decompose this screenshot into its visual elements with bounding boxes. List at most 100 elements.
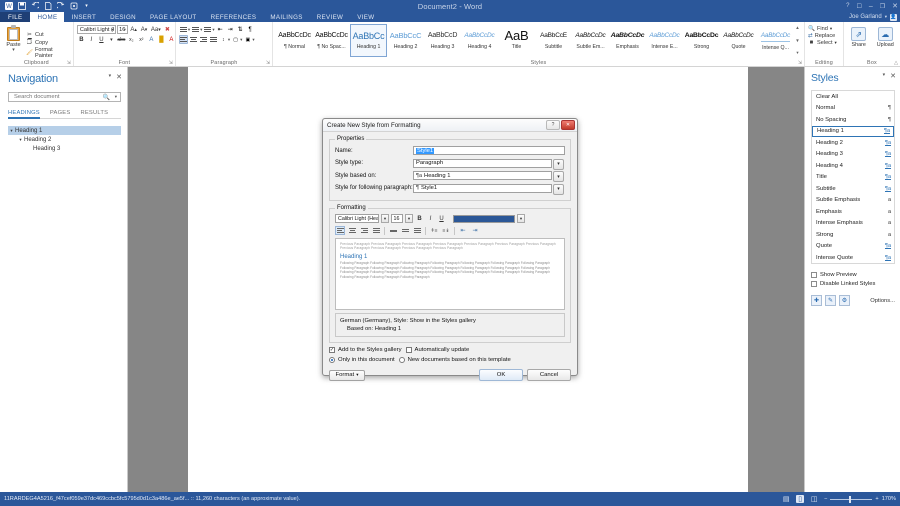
font-color-dropdown-icon[interactable]: ▾ — [517, 214, 525, 223]
style-type-select[interactable]: Paragraph ▾ — [413, 159, 552, 168]
help-icon[interactable]: ? — [846, 3, 849, 9]
tab-insert[interactable]: INSERT — [64, 12, 103, 22]
one-half-space-icon[interactable] — [400, 226, 410, 235]
zoom-level-label[interactable]: 170% — [882, 496, 896, 502]
search-dropdown-icon[interactable]: ▾ — [115, 94, 117, 100]
tab-home[interactable]: HOME — [30, 12, 64, 22]
select-dropdown-icon[interactable]: ▾ — [835, 40, 837, 46]
dialog-underline-button[interactable]: U — [437, 214, 446, 223]
avatar[interactable]: 👤 — [890, 14, 897, 21]
ribbon-display-options-icon[interactable]: ☐ — [856, 3, 861, 10]
zoom-out-button[interactable]: − — [824, 496, 827, 502]
style-item-normal[interactable]: Normal ¶ — [812, 103, 894, 115]
ribbon-tabs[interactable]: FILE HOME INSERT DESIGN PAGE LAYOUT REFE… — [0, 12, 900, 22]
pane-options-icon[interactable]: ▾ — [883, 72, 886, 80]
space-after-icon[interactable]: ≡↡ — [441, 226, 451, 235]
tab-mailings[interactable]: MAILINGS — [263, 12, 309, 22]
navigation-heading-list[interactable]: ▾ Heading 1 ▾ Heading 2 Heading 3 — [8, 126, 121, 153]
style-item-emphasis[interactable]: Emphasis a — [812, 206, 894, 218]
font-name-dropdown-icon[interactable]: ▾ — [381, 214, 389, 223]
single-space-icon[interactable] — [388, 226, 398, 235]
gallery-style-title[interactable]: AaB Title — [498, 24, 535, 57]
create-new-style-dialog[interactable]: Create New Style from Formatting ? ✕ Pro… — [322, 118, 578, 376]
tab-references[interactable]: REFERENCES — [204, 12, 264, 22]
style-item-clear-all[interactable]: Clear All — [812, 91, 894, 103]
zoom-slider[interactable] — [830, 499, 872, 500]
font-size-combo[interactable]: 16 ▾ — [117, 25, 128, 34]
zoom-control[interactable]: − + 170% — [824, 496, 896, 502]
select-button[interactable]: ◾ Select ▾ — [808, 40, 840, 46]
nav-heading-3[interactable]: Heading 3 — [8, 144, 121, 153]
gallery-style-intense-emphasis[interactable]: AaBbCcDc Intense E... — [646, 24, 683, 57]
chevron-down-icon[interactable]: ▾ — [553, 159, 564, 170]
justify-icon[interactable] — [209, 35, 218, 44]
clear-formatting-button[interactable]: ✖ — [163, 25, 172, 34]
change-case-button[interactable]: Aa▾ — [150, 25, 162, 34]
gallery-style-heading-4[interactable]: AaBbCcDc Heading 4 — [461, 24, 498, 57]
font-color-swatch[interactable] — [453, 215, 515, 223]
underline-dropdown-icon[interactable]: ▾ — [107, 35, 116, 44]
navigation-pane-controls[interactable]: ▾ ✕ — [109, 73, 122, 81]
bullets-icon[interactable] — [179, 25, 188, 34]
style-based-on-select[interactable]: ¶a Heading 1 ▾ — [413, 171, 552, 180]
bullets-dropdown-icon[interactable]: ▾ — [188, 27, 190, 33]
gallery-style-heading-1[interactable]: AaBbCc Heading 1 — [350, 24, 387, 57]
nav-heading-1[interactable]: ▾ Heading 1 — [8, 126, 121, 135]
show-preview-checkbox[interactable]: Show Preview — [811, 270, 895, 279]
dialog-align-right-icon[interactable] — [359, 226, 369, 235]
close-icon[interactable]: ✕ — [892, 2, 898, 10]
style-item-heading-3[interactable]: Heading 3 ¶a — [812, 149, 894, 161]
style-following-select[interactable]: ¶ Style1 ▾ — [413, 184, 552, 193]
close-icon[interactable]: ✕ — [116, 73, 122, 81]
font-name-combo[interactable]: Calibri Light (I ▾ — [77, 25, 116, 34]
space-before-icon[interactable]: ↟≡ — [429, 226, 439, 235]
style-item-heading-4[interactable]: Heading 4 ¶a — [812, 160, 894, 172]
dialog-align-left-icon[interactable] — [335, 226, 345, 235]
strikethrough-button[interactable]: abc — [117, 35, 126, 44]
double-space-icon[interactable] — [412, 226, 422, 235]
style-item-quote[interactable]: Quote ¶a — [812, 241, 894, 253]
zoom-in-button[interactable]: + — [875, 496, 878, 502]
show-marks-icon[interactable]: ¶ — [246, 25, 255, 34]
styles-gallery[interactable]: AaBbCcDc ¶ Normal AaBbCcDc ¶ No Spac... … — [276, 23, 801, 57]
collapse-triangle-icon[interactable]: ▾ — [17, 137, 24, 143]
styles-list[interactable]: Clear All Normal ¶ No Spacing ¶ Heading … — [811, 90, 895, 264]
new-documents-template-radio[interactable]: New documents based on this template — [399, 357, 511, 363]
underline-button[interactable]: U — [97, 35, 106, 44]
style-item-no-spacing[interactable]: No Spacing ¶ — [812, 114, 894, 126]
gallery-style-intense-quote[interactable]: AaBbCcDc Intense Q... — [757, 24, 794, 57]
style-item-title[interactable]: Title ¶a — [812, 172, 894, 184]
collapse-ribbon-icon[interactable]: △ — [894, 60, 898, 66]
text-effects-button[interactable]: A — [147, 35, 156, 44]
minimize-icon[interactable]: – — [869, 3, 873, 10]
chevron-down-icon[interactable]: ▾ — [553, 184, 564, 195]
sort-icon[interactable]: ⇅ — [236, 25, 245, 34]
replace-button[interactable]: ⇄ Replace — [808, 33, 840, 39]
gallery-style-emphasis[interactable]: AaBbCcDc Emphasis — [609, 24, 646, 57]
line-spacing-dropdown-icon[interactable]: ▾ — [228, 37, 230, 43]
dialog-increase-indent-icon[interactable]: ⇥ — [470, 226, 480, 235]
clipboard-dialog-launcher[interactable]: ⇲ — [67, 60, 71, 66]
new-style-icon[interactable]: ✚ — [811, 295, 822, 306]
close-icon[interactable]: ✕ — [890, 72, 896, 80]
window-controls[interactable]: ? ☐ – ❐ ✕ — [846, 0, 898, 12]
chevron-down-icon[interactable]: ▾ — [553, 171, 564, 182]
dialog-italic-button[interactable]: I — [426, 214, 435, 223]
automatically-update-checkbox[interactable]: Automatically update — [406, 347, 470, 353]
styles-options-link[interactable]: Options... — [870, 298, 895, 304]
styles-pane-controls[interactable]: ▾ ✕ — [883, 72, 896, 80]
zoom-slider-knob[interactable] — [849, 496, 851, 503]
view-buttons[interactable]: ▤ ▯ ◫ — [782, 495, 818, 503]
help-button[interactable]: ? — [546, 120, 560, 130]
tab-review[interactable]: REVIEW — [310, 12, 351, 22]
share-button[interactable]: ⇗ Share — [847, 27, 871, 48]
superscript-button[interactable]: x² — [137, 35, 146, 44]
find-dropdown-icon[interactable]: ▾ — [830, 26, 832, 32]
borders-icon[interactable]: ▣ — [243, 35, 252, 44]
search-input[interactable] — [12, 93, 104, 101]
copy-button[interactable]: 🗍 Copy — [26, 39, 70, 46]
font-dialog-launcher[interactable]: ⇲ — [169, 60, 173, 66]
tab-view[interactable]: VIEW — [350, 12, 381, 22]
style-name-input[interactable]: Style1 — [413, 146, 565, 155]
shading-dropdown-icon[interactable]: ▾ — [240, 37, 242, 43]
